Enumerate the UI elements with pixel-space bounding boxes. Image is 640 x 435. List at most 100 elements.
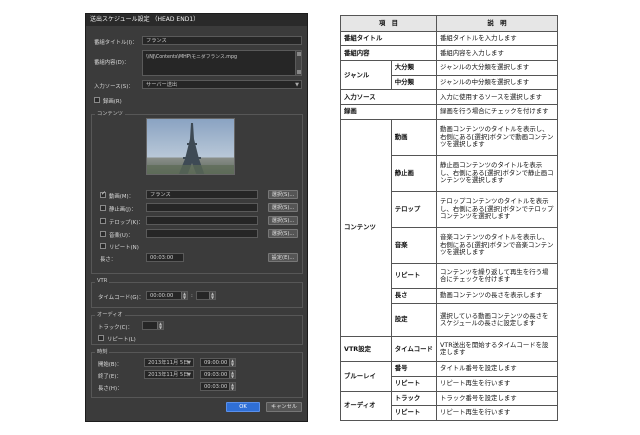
video-label: 動画(M)： — [109, 194, 135, 200]
timecode-frame-sep: : — [191, 293, 193, 299]
audio-group-title: オーディオ — [95, 311, 125, 318]
telop-checkbox[interactable] — [100, 218, 106, 224]
end-date-picker[interactable]: 2013年11月 5日 ▼ — [144, 370, 194, 379]
row-genre-mid: 中分類 — [390, 74, 437, 91]
row-repeat: リピート — [390, 263, 437, 289]
ok-button[interactable]: OK — [226, 402, 260, 412]
timecode-frame-input[interactable]: ▲ ▼ — [196, 291, 216, 300]
row-genre-major-desc: ジャンルの大分類を選択します — [435, 60, 559, 76]
end-date-value: 2013年11月 5日 — [148, 372, 189, 378]
program-content-textarea[interactable]: \\NJ\Contents\MHP\モニダフランス.mpg — [142, 50, 302, 76]
row-br-repeat: リピート — [390, 375, 437, 392]
audio-select-button[interactable]: 選択(S)... — [268, 229, 298, 238]
program-title-input[interactable]: フランス — [142, 36, 302, 45]
content-group-title: コンテンツ — [95, 110, 125, 117]
row-audio: オーディオ — [340, 390, 392, 422]
settings-button[interactable]: 設定(E)... — [268, 253, 298, 262]
chevron-down-icon: ▼ — [295, 82, 299, 88]
description-table: 項 目 説 明 番組タイトル 番組タイトルを入力します 番組内容 番組内容を入力… — [340, 15, 559, 422]
dialog-title: 送出スケジュール設定 （HEAD END1） — [86, 14, 307, 26]
duration-value: 00:03:00 — [204, 384, 228, 390]
header-desc: 説 明 — [435, 15, 559, 32]
track-input[interactable]: ▲ ▼ — [142, 321, 164, 330]
row-music: 音楽 — [390, 226, 437, 265]
row-still-desc: 静止画コンテンツのタイトルを表示し、右側にある[選択]ボタンで静止画コンテンツを… — [435, 154, 559, 192]
length-value: 00:03:00 — [146, 253, 184, 262]
row-genre-mid-desc: ジャンルの中分類を選択します — [435, 74, 559, 91]
audio-label: 音楽(U)： — [109, 233, 134, 239]
row-input-item: 入力ソース — [340, 89, 437, 106]
input-source-value: サーバー送出 — [146, 82, 178, 88]
row-still: 静止画 — [390, 154, 437, 192]
timecode-input[interactable]: 00:00:00 ▲ ▼ — [146, 291, 188, 300]
row-title-item: 番組タイトル — [340, 30, 437, 47]
row-input-desc: 入力に使用するソースを選択します — [435, 89, 559, 106]
row-video-desc: 動画コンテンツのタイトルを表示し、右側にある[選択]ボタンで動画コンテンツを選択… — [435, 118, 559, 156]
row-genre-major: 大分類 — [390, 60, 437, 76]
row-au-repeat-desc: リピート再生を行います — [435, 405, 559, 421]
still-input[interactable] — [146, 203, 258, 212]
end-time-spinner[interactable]: ▲ ▼ — [229, 371, 235, 378]
row-repeat-desc: コンテンツを繰り返して再生を行う場合にチェックを付けます — [435, 263, 559, 289]
row-telop: テロップ — [390, 190, 437, 229]
start-date-picker[interactable]: 2013年11月 5日 ▼ — [144, 358, 194, 367]
still-checkbox[interactable] — [100, 205, 106, 211]
input-source-select[interactable]: サーバー送出 ▼ — [142, 80, 302, 89]
track-spinner[interactable]: ▲ ▼ — [157, 322, 163, 329]
duration-spinner[interactable]: ▲ ▼ — [229, 383, 235, 390]
telop-select-button[interactable]: 選択(S)... — [268, 216, 298, 225]
start-time-value: 09:00:00 — [204, 360, 228, 366]
time-group-title: 時刻 — [95, 348, 110, 355]
video-input[interactable]: フランス — [146, 190, 258, 199]
row-track: トラック — [390, 390, 437, 407]
start-date-value: 2013年11月 5日 — [148, 360, 189, 366]
telop-label: テロップ(K)： — [109, 220, 144, 226]
vtr-group-title: VTR — [95, 278, 110, 284]
audio-repeat-label: リピート(L) — [107, 337, 136, 343]
row-video: 動画 — [390, 118, 437, 156]
record-label: 録画(R) — [103, 99, 122, 105]
timecode-value: 00:00:00 — [150, 293, 174, 299]
schedule-dialog: 送出スケジュール設定 （HEAD END1） 番組タイトル(I)： フランス 番… — [85, 13, 308, 422]
still-label: 静止画(J)： — [109, 207, 137, 213]
row-telop-desc: テロップコンテンツのタイトルを表示し、右側にある[選択]ボタンでテロップコンテン… — [435, 190, 559, 229]
duration-label: 長さ(H)： — [98, 386, 123, 392]
video-select-button[interactable]: 選択(S)... — [268, 190, 298, 199]
program-title-label: 番組タイトル(I)： — [94, 40, 138, 46]
start-time-spinner[interactable]: ▲ ▼ — [229, 359, 235, 366]
cancel-button[interactable]: キャンセル — [266, 402, 302, 412]
audio-input[interactable] — [146, 229, 258, 238]
program-content-scrollbar[interactable] — [295, 51, 301, 75]
row-content-item: 番組内容 — [340, 45, 437, 62]
row-content-desc: 番組内容を入力します — [435, 45, 559, 62]
eiffel-tower-icon — [147, 123, 234, 174]
timecode-spinner[interactable]: ▲ ▼ — [181, 292, 187, 299]
video-checkbox[interactable] — [100, 190, 106, 198]
row-length: 長さ — [390, 287, 437, 304]
row-timecode: タイムコード — [390, 336, 437, 363]
row-genre: ジャンル — [340, 60, 392, 91]
audio-repeat-checkbox[interactable] — [98, 335, 104, 341]
row-bluray: ブルーレイ — [340, 361, 392, 392]
header-item: 項 目 — [340, 15, 437, 32]
track-label: トラック(C)： — [98, 325, 133, 331]
input-source-label: 入力ソース(S)： — [94, 84, 134, 90]
duration-input[interactable]: 00:03:00 ▲ ▼ — [200, 382, 236, 391]
audio-checkbox[interactable] — [100, 231, 106, 237]
chevron-down-icon: ▼ — [187, 372, 191, 378]
row-track-desc: トラック番号を設定します — [435, 390, 559, 407]
start-time-input[interactable]: 09:00:00 ▲ ▼ — [200, 358, 236, 367]
telop-input[interactable] — [146, 216, 258, 225]
program-content-label: 番組内容(D)： — [94, 60, 130, 66]
timecode-label: タイムコード(G)： — [98, 295, 145, 301]
chevron-down-icon: ▼ — [187, 360, 191, 366]
length-label: 長さ： — [100, 257, 117, 263]
still-select-button[interactable]: 選択(S)... — [268, 203, 298, 212]
repeat-checkbox[interactable] — [100, 243, 106, 249]
row-length-desc: 動画コンテンツの長さを表示します — [435, 287, 559, 304]
program-content-text: \\NJ\Contents\MHP\モニダフランス.mpg — [146, 55, 238, 60]
record-checkbox[interactable] — [94, 97, 100, 103]
end-time-input[interactable]: 09:03:00 ▲ ▼ — [200, 370, 236, 379]
content-thumbnail — [146, 118, 235, 175]
timecode-frame-spinner[interactable]: ▲ ▼ — [209, 292, 215, 299]
